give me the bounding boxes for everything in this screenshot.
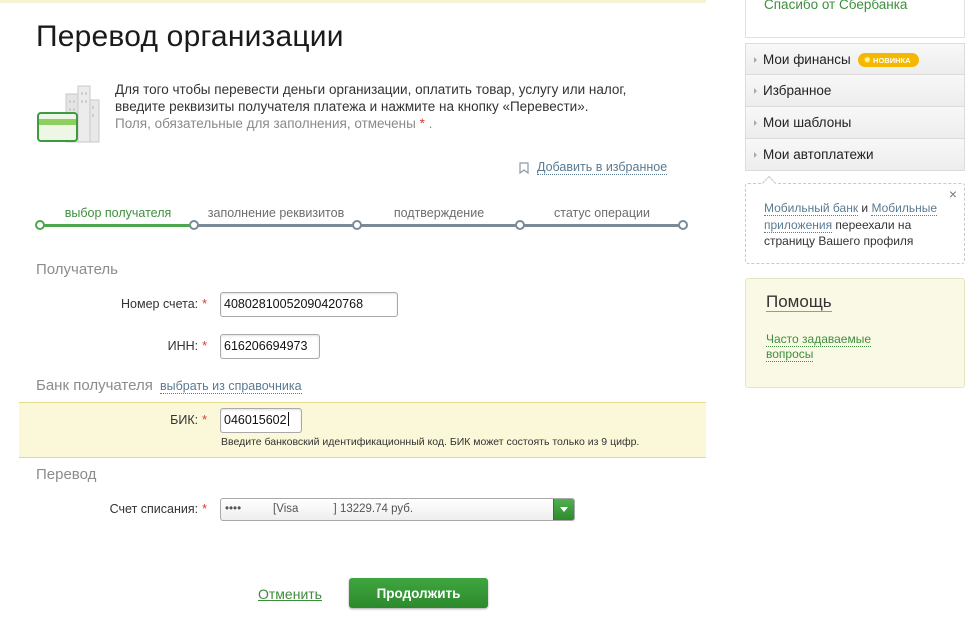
required-asterisk: * — [202, 502, 207, 516]
inn-input[interactable]: 616206694973 — [220, 334, 320, 359]
notice-and-text: и — [858, 201, 872, 215]
sidebar-item-label: Мои автоплатежи — [763, 147, 874, 162]
intro-text: Для того чтобы перевести деньги организа… — [115, 81, 685, 132]
help-title: Помощь — [766, 292, 832, 312]
notice-pointer — [761, 175, 777, 191]
source-account-select[interactable]: •••• [Visa ] 13229.74 руб. — [220, 498, 575, 521]
source-account-value: •••• [Visa ] 13229.74 руб. — [225, 503, 414, 515]
account-number-label: Номер счета: * — [27, 297, 207, 311]
step-confirmation: подтверждение — [393, 206, 485, 220]
text-caret — [287, 412, 289, 426]
triangle-right-icon — [754, 152, 757, 158]
star-icon: ✹ — [863, 55, 872, 65]
required-asterisk: * — [419, 116, 425, 131]
triangle-right-icon — [754, 120, 757, 126]
sidebar-item-templates[interactable]: Мои шаблоны — [745, 107, 965, 139]
sidebar-item-my-finances[interactable]: Мои финансы ✹ НОВИНКА — [745, 43, 965, 75]
cancel-link[interactable]: Отменить — [258, 586, 322, 602]
account-number-input[interactable]: 40802810052090420768 — [220, 292, 398, 317]
sidebar-item-autopayments[interactable]: Мои автоплатежи — [745, 139, 965, 171]
intro-line-2: введите реквизиты получателя платежа и н… — [115, 99, 589, 114]
thanks-from-sberbank-link[interactable]: Спасибо от Сбербанка — [764, 0, 907, 12]
transfer-heading: Перевод — [36, 466, 97, 483]
step-dot-5 — [678, 220, 688, 230]
chevron-down-icon[interactable] — [553, 499, 574, 520]
bik-highlight-row — [19, 402, 706, 458]
required-asterisk: * — [202, 413, 207, 427]
sidebar-item-label: Избранное — [763, 83, 832, 98]
step-operation-status: статус операции — [554, 206, 650, 220]
mobile-bank-link[interactable]: Мобильный банк — [764, 201, 859, 216]
faq-link-text: Часто задаваемые вопросы — [766, 332, 872, 362]
source-account-label: Счет списания: * — [27, 502, 207, 516]
step-dot-3 — [352, 220, 362, 230]
required-asterisk: * — [202, 339, 207, 353]
choose-from-directory-link[interactable]: выбрать из справочника — [160, 379, 302, 394]
step-select-recipient: выбор получателя — [64, 206, 172, 220]
mobile-bank-notice: × Мобильный банк и Мобильные приложения … — [745, 175, 965, 264]
step-dot-2 — [189, 220, 199, 230]
step-line-1 — [40, 224, 194, 227]
sidebar-menu: Мои финансы ✹ НОВИНКА Избранное Мои шабло… — [745, 43, 965, 171]
required-note: Поля, обязательные для заполнения, отмеч… — [115, 115, 685, 132]
bank-heading-text: Банк получателя — [36, 377, 153, 394]
recipient-heading: Получатель — [36, 261, 118, 278]
new-badge: ✹ НОВИНКА — [858, 53, 919, 67]
source-account-label-text: Счет списания: — [109, 502, 199, 516]
sidebar-item-favorites[interactable]: Избранное — [745, 75, 965, 107]
account-number-label-text: Номер счета: — [121, 297, 199, 311]
bik-hint: Введите банковский идентификационный код… — [221, 436, 640, 448]
step-dot-1 — [35, 220, 45, 230]
help-box: Помощь Часто задаваемые вопросы — [745, 278, 965, 388]
inn-label: ИНН: * — [27, 339, 207, 353]
triangle-right-icon — [754, 57, 757, 63]
bookmark-icon — [519, 161, 529, 174]
step-fill-details: заполнение реквизитов — [207, 206, 345, 220]
progress-steps: выбор получателя заполнение реквизитов п… — [35, 204, 692, 234]
bik-input-value: 046015602 — [224, 413, 287, 427]
intro-line-1: Для того чтобы перевести деньги организа… — [115, 82, 627, 97]
close-icon[interactable]: × — [949, 186, 957, 203]
bik-label: БИК: * — [27, 413, 207, 427]
required-note-end: . — [428, 116, 433, 131]
continue-button[interactable]: Продолжить — [349, 578, 488, 608]
add-to-favorites-link[interactable]: Добавить в избранное — [519, 160, 668, 175]
step-line-rest — [194, 224, 684, 227]
top-border — [0, 0, 706, 3]
bik-label-text: БИК: — [170, 413, 199, 427]
organization-card-icon — [37, 85, 100, 143]
sidebar-item-label: Мои финансы — [763, 52, 851, 67]
step-dot-4 — [515, 220, 525, 230]
add-to-favorites-text: Добавить в избранное — [537, 160, 668, 175]
new-badge-text: НОВИНКА — [873, 56, 911, 65]
bank-heading: Банк получателя выбрать из справочника — [36, 377, 302, 394]
required-asterisk: * — [202, 297, 207, 311]
bik-input[interactable]: 046015602 — [220, 408, 302, 433]
sidebar-item-label: Мои шаблоны — [763, 115, 852, 130]
required-note-text: Поля, обязательные для заполнения, отмеч… — [115, 116, 416, 131]
faq-link[interactable]: Часто задаваемые вопросы — [766, 332, 896, 362]
sidebar-thanks-box: Спасибо от Сбербанка — [745, 0, 965, 38]
triangle-right-icon — [754, 88, 757, 94]
page-title: Перевод организации — [36, 20, 344, 53]
inn-label-text: ИНН: — [167, 339, 199, 353]
